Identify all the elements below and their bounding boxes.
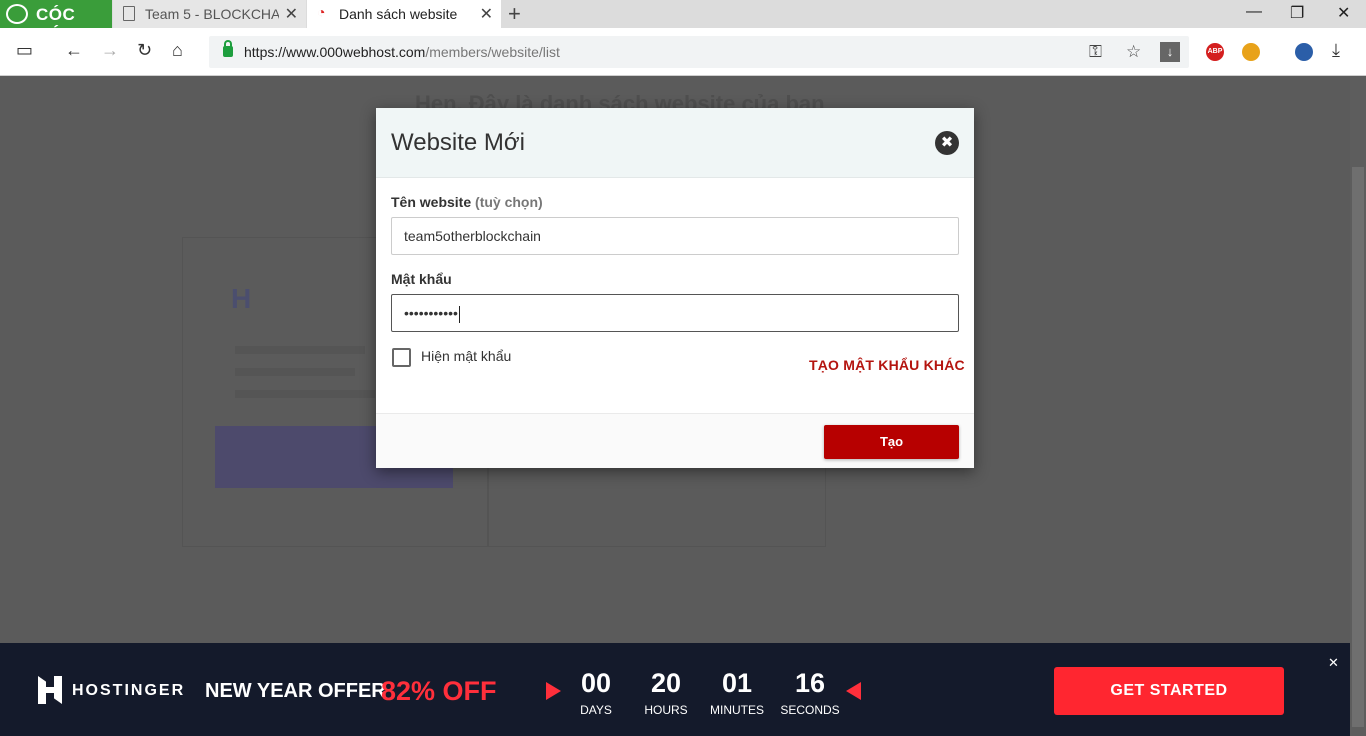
forward-icon[interactable]: → [101, 40, 119, 61]
home-icon[interactable]: ⌂ [172, 40, 183, 61]
site-name-value: team5otherblockchain [404, 228, 541, 244]
hostinger-logo-icon: H [231, 283, 252, 314]
url-host: https://www.000webhost.com [244, 44, 426, 60]
password-label: Mật khẩu [391, 271, 452, 287]
sidebar-toggle-icon[interactable]: ▭ [16, 40, 33, 61]
tab-team5-blockchain[interactable]: Team 5 - BLOCKCHAIN ✕ [113, 0, 306, 28]
get-started-button[interactable]: GET STARTED [1054, 667, 1284, 715]
countdown-unit: DAYS [580, 703, 612, 717]
key-icon[interactable]: ⚿ [1089, 42, 1102, 62]
new-website-modal: Website Mới ✖ Tên website (tuỳ chọn) tea… [376, 108, 974, 468]
discount-text: 82% OFF [381, 676, 497, 706]
page-icon [123, 6, 135, 21]
coccoc-brand[interactable]: CÓC CÓC [0, 0, 112, 28]
optional-hint: (tuỳ chọn) [475, 194, 543, 210]
window-close-icon[interactable]: ✕ [1337, 3, 1350, 23]
hostinger-logo-icon [38, 676, 62, 704]
brand-label: CÓC CÓC [36, 5, 76, 28]
countdown-unit: MINUTES [710, 703, 764, 717]
create-button[interactable]: Tạo [824, 425, 959, 459]
hostinger-promo-banner: HOSTINGER NEW YEAR OFFER 82% OFF 00 DAYS… [0, 643, 1350, 736]
hostinger-wordmark: HOSTINGER [72, 682, 186, 699]
tab-title: Team 5 - BLOCKCHAIN [145, 6, 279, 22]
back-icon[interactable]: ← [65, 40, 83, 61]
adblock-plus-icon[interactable]: ABP [1206, 43, 1224, 61]
site-name-label-text: Tên website [391, 194, 472, 210]
download-page-icon[interactable]: ↓ [1160, 42, 1180, 62]
reload-icon[interactable]: ↻ [137, 40, 152, 61]
restore-icon[interactable]: ❐ [1290, 3, 1304, 23]
offer-text: NEW YEAR OFFER [205, 680, 386, 702]
countdown-minutes: 01 MINUTES [706, 667, 768, 717]
site-name-label: Tên website (tuỳ chọn) [391, 194, 543, 210]
site-name-input[interactable]: team5otherblockchain [391, 217, 959, 255]
countdown-hours: 20 HOURS [640, 667, 692, 717]
tab-strip: CÓC CÓC Team 5 - BLOCKCHAIN ✕ ◔ Danh sác… [0, 0, 1366, 28]
tab-danh-sach-website[interactable]: ◔ Danh sách website ✕ [307, 0, 501, 28]
promo-line [235, 368, 355, 376]
arrow-left-icon [846, 682, 861, 700]
password-value: ••••••••••• [404, 305, 458, 321]
banner-close-icon[interactable]: ✕ [1328, 655, 1339, 671]
countdown-unit: HOURS [644, 703, 688, 717]
address-bar[interactable]: https://www.000webhost.com/members/websi… [209, 36, 1189, 68]
minimize-icon[interactable]: — [1246, 3, 1262, 21]
tab-close-icon[interactable]: ✕ [285, 4, 298, 24]
tab-close-icon[interactable]: ✕ [480, 4, 493, 24]
browser-toolbar: ▭ ← → ↻ ⌂ https://www.000webhost.com/mem… [0, 28, 1366, 76]
profile-avatar-icon[interactable] [1295, 43, 1313, 61]
page-scrollbar[interactable] [1350, 77, 1366, 736]
extension-ring-icon[interactable] [1242, 43, 1260, 61]
arrow-right-icon [546, 682, 561, 700]
promo-line [235, 390, 375, 398]
secure-lock-icon [223, 40, 233, 57]
countdown-seconds: 16 SECONDS [780, 667, 840, 717]
countdown-days: 00 DAYS [572, 667, 620, 717]
generate-password-link[interactable]: TẠO MẬT KHẨU KHÁC [809, 357, 965, 373]
scrollbar-thumb[interactable] [1352, 167, 1364, 727]
countdown-value: 20 [650, 668, 682, 698]
countdown-unit: SECONDS [780, 703, 840, 717]
password-input[interactable]: ••••••••••• [391, 294, 959, 332]
countdown-value: 16 [794, 668, 826, 698]
promo-line [235, 346, 365, 354]
webhost-favicon-icon: ◔ [317, 4, 326, 20]
modal-header: Website Mới ✖ [376, 108, 974, 178]
countdown-value: 00 [580, 668, 612, 698]
url-path: /members/website/list [425, 44, 560, 60]
coccoc-logo-icon [6, 4, 28, 24]
modal-close-icon[interactable]: ✖ [935, 131, 959, 155]
modal-footer: Tạo [376, 413, 974, 468]
modal-title: Website Mới [391, 129, 525, 156]
new-tab-icon[interactable]: + [508, 1, 521, 27]
show-password-checkbox[interactable] [392, 348, 411, 367]
countdown-value: 01 [721, 668, 753, 698]
tab-title: Danh sách website [339, 6, 458, 22]
downloads-icon[interactable]: ⤓ [1332, 40, 1340, 61]
show-password-label[interactable]: Hiện mật khẩu [421, 348, 511, 364]
bookmark-star-icon[interactable]: ☆ [1126, 42, 1141, 62]
text-caret [458, 305, 460, 323]
url-text[interactable]: https://www.000webhost.com/members/websi… [244, 44, 560, 60]
